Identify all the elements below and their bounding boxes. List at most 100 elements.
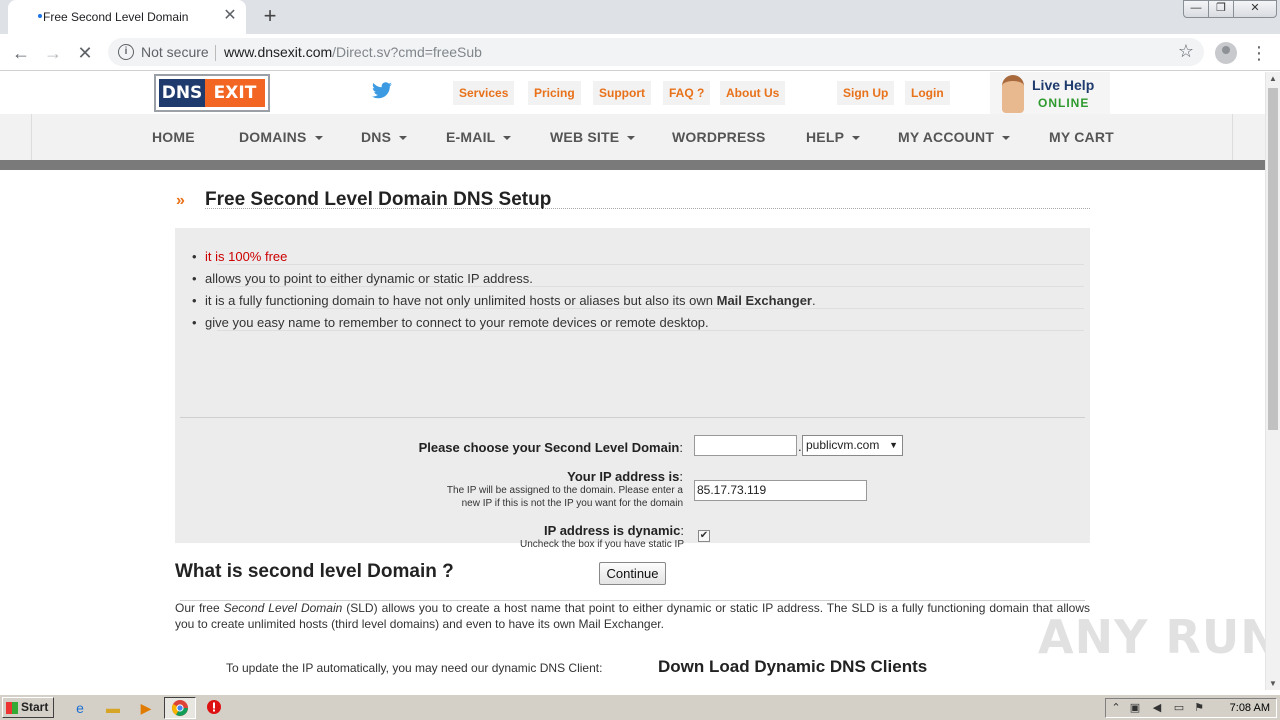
media-player-icon[interactable]: ▶ bbox=[137, 699, 155, 717]
caret-down-icon bbox=[1002, 136, 1011, 141]
security-label: Not secure bbox=[141, 44, 209, 60]
para-emphasis: Second Level Domain bbox=[223, 601, 343, 615]
nav-domains[interactable]: DOMAINS bbox=[239, 129, 323, 145]
show-hidden-icons-icon[interactable]: ⌃ bbox=[1109, 701, 1123, 715]
section-title: What is second level Domain ? bbox=[175, 561, 454, 582]
caret-down-icon bbox=[627, 136, 636, 141]
nav-help[interactable]: HELP bbox=[806, 129, 861, 145]
anyrun-watermark: ANY RUN bbox=[1038, 610, 1265, 664]
live-help-status: ONLINE bbox=[1038, 96, 1090, 110]
back-arrow-icon[interactable]: ← bbox=[8, 40, 34, 66]
bookmark-star-icon[interactable]: ☆ bbox=[1178, 41, 1194, 62]
ip-label: Your IP address is: The IP will be assig… bbox=[447, 469, 683, 510]
login-link[interactable]: Login bbox=[905, 81, 950, 105]
stop-loading-icon[interactable]: ✕ bbox=[72, 40, 98, 66]
twitter-icon[interactable] bbox=[371, 82, 393, 100]
nav-help-label: HELP bbox=[806, 129, 845, 145]
ip-label-text: Your IP address is bbox=[567, 469, 680, 484]
dynamic-label-text: IP address is dynamic bbox=[544, 523, 681, 538]
domain-select[interactable]: publicvm.com ▼ bbox=[802, 435, 903, 456]
url-path: /Direct.sv?cmd=freeSub bbox=[332, 44, 482, 60]
nav-my-cart-label: MY CART bbox=[1049, 129, 1114, 145]
page-viewport: DNS EXIT Services Pricing Support FAQ ? … bbox=[0, 72, 1265, 690]
profile-avatar-icon[interactable] bbox=[1215, 42, 1237, 64]
setup-panel: it is 100% free allows you to point to e… bbox=[175, 228, 1090, 601]
services-link[interactable]: Services bbox=[453, 81, 515, 105]
ip-help-2: new IP if this is not the IP you want fo… bbox=[461, 498, 683, 509]
start-label: Start bbox=[21, 700, 49, 714]
system-tray: ⌃ ▣ ◀ ▭ ⚑ 7:08 AM bbox=[1105, 698, 1277, 718]
divider bbox=[180, 417, 1085, 418]
para-start: Our free bbox=[175, 601, 224, 615]
loading-icon bbox=[38, 14, 42, 18]
logo-dns: DNS bbox=[159, 79, 205, 107]
window-close-button[interactable]: ✕ bbox=[1233, 0, 1277, 18]
header-divider bbox=[0, 160, 1265, 170]
nav-wordpress-label: WORDPRESS bbox=[672, 129, 766, 145]
browser-tab[interactable]: Free Second Level Domain ✕ bbox=[8, 0, 246, 34]
support-link[interactable]: Support bbox=[593, 81, 651, 105]
system-clock[interactable]: 7:08 AM bbox=[1230, 702, 1270, 714]
address-bar[interactable]: i Not secure www.dnsexit.com/Direct.sv?c… bbox=[108, 38, 1204, 66]
nav-wordpress[interactable]: WORDPRESS bbox=[672, 129, 766, 145]
divider bbox=[217, 308, 1084, 309]
url-text[interactable]: www.dnsexit.com/Direct.sv?cmd=freeSub bbox=[224, 44, 482, 60]
feature-item: it is a fully functioning domain to have… bbox=[192, 293, 816, 308]
title-rule bbox=[205, 208, 1090, 209]
browser-menu-icon[interactable]: ⋮ bbox=[1250, 42, 1268, 64]
caret-down-icon bbox=[852, 136, 861, 141]
pricing-link[interactable]: Pricing bbox=[528, 81, 581, 105]
sld-input[interactable] bbox=[694, 435, 797, 456]
internet-explorer-icon[interactable]: e bbox=[71, 699, 89, 717]
info-icon[interactable]: i bbox=[118, 44, 134, 60]
faq-link[interactable]: FAQ ? bbox=[663, 81, 711, 105]
ip-help-1: The IP will be assigned to the domain. P… bbox=[446, 485, 683, 496]
live-help-label: Live Help bbox=[1032, 77, 1095, 93]
feature-item: it is 100% free bbox=[192, 249, 287, 264]
feature-item: allows you to point to either dynamic or… bbox=[192, 271, 533, 286]
window-maximize-button[interactable]: ❐ bbox=[1208, 0, 1234, 18]
dnsexit-logo[interactable]: DNS EXIT bbox=[154, 74, 270, 112]
ip-address-input[interactable]: 85.17.73.119 bbox=[694, 480, 867, 501]
url-host: www.dnsexit.com bbox=[224, 44, 333, 60]
nav-website[interactable]: WEB SITE bbox=[550, 129, 636, 145]
new-tab-button[interactable]: + bbox=[258, 3, 282, 29]
nav-my-cart[interactable]: MY CART bbox=[1049, 129, 1114, 145]
dynamic-label-colon: : bbox=[680, 523, 684, 538]
live-help-banner[interactable]: Live Help ONLINE bbox=[990, 72, 1110, 114]
sign-up-link[interactable]: Sign Up bbox=[837, 81, 895, 105]
dynamic-label: IP address is dynamic: Uncheck the box i… bbox=[520, 523, 684, 551]
nav-email[interactable]: E-MAIL bbox=[446, 129, 512, 145]
nav-my-account[interactable]: MY ACCOUNT bbox=[898, 129, 1011, 145]
sld-label-text: Please choose your Second Level Domain bbox=[418, 440, 680, 455]
download-clients-link[interactable]: Down Load Dynamic DNS Clients bbox=[658, 657, 927, 677]
scroll-down-icon[interactable]: ▼ bbox=[1269, 679, 1277, 688]
forward-arrow-icon[interactable]: → bbox=[40, 40, 66, 66]
start-button[interactable]: Start bbox=[2, 697, 54, 718]
nav-dns[interactable]: DNS bbox=[361, 129, 408, 145]
caret-down-icon bbox=[399, 136, 408, 141]
nav-website-label: WEB SITE bbox=[550, 129, 620, 145]
action-center-flag-icon[interactable]: ⚑ bbox=[1192, 701, 1206, 715]
nav-home[interactable]: HOME bbox=[152, 129, 195, 145]
page-scrollbar[interactable]: ▲ ▼ bbox=[1265, 72, 1280, 690]
tab-close-icon[interactable]: ✕ bbox=[222, 7, 238, 25]
continue-button[interactable]: Continue bbox=[599, 562, 666, 585]
about-us-link[interactable]: About Us bbox=[720, 81, 786, 105]
nav-email-label: E-MAIL bbox=[446, 129, 496, 145]
window-minimize-button[interactable]: — bbox=[1183, 0, 1209, 18]
dynamic-ip-checkbox[interactable]: ✔ bbox=[698, 530, 710, 542]
network-icon[interactable]: ▣ bbox=[1128, 701, 1142, 715]
chrome-taskbar-button[interactable] bbox=[164, 697, 196, 719]
scrollbar-thumb[interactable] bbox=[1268, 88, 1278, 430]
volume-icon[interactable]: ◀ bbox=[1150, 701, 1164, 715]
chrome-icon bbox=[172, 700, 188, 716]
scroll-up-icon[interactable]: ▲ bbox=[1269, 74, 1277, 83]
feature-text-end: . bbox=[811, 293, 816, 308]
tab-title: Free Second Level Domain bbox=[43, 10, 189, 24]
dropdown-arrow-icon: ▼ bbox=[889, 440, 898, 450]
power-icon[interactable]: ▭ bbox=[1172, 701, 1186, 715]
stop-sign-icon[interactable] bbox=[205, 699, 223, 717]
divider bbox=[217, 330, 1084, 331]
folder-icon[interactable]: ▬ bbox=[104, 699, 122, 717]
